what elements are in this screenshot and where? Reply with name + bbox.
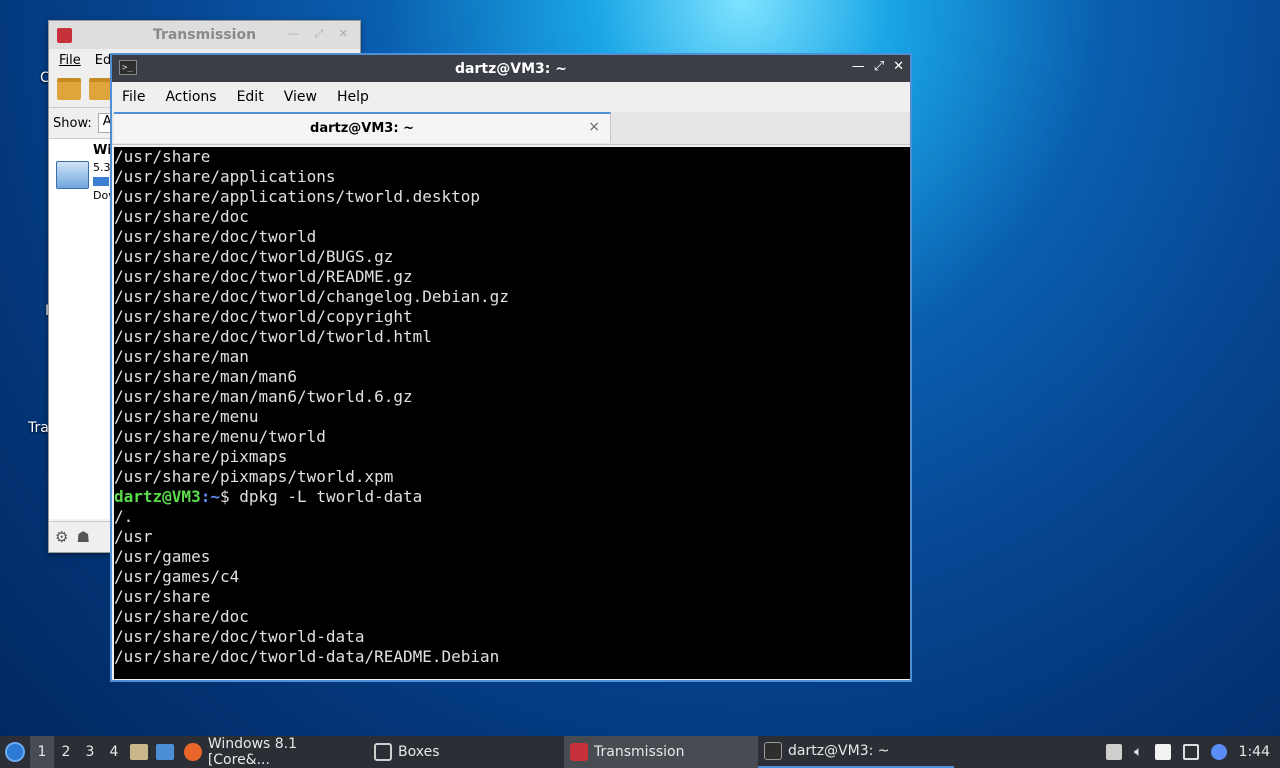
task-label: Boxes (398, 744, 440, 760)
update-notifier-icon[interactable] (1210, 744, 1227, 760)
output-line: /usr/share/menu (114, 407, 259, 426)
terminal-icon (764, 742, 782, 760)
turtle-icon[interactable]: ☗ (76, 528, 89, 546)
output-line: /usr/share/doc (114, 207, 249, 226)
output-line: /usr/share/doc/tworld (114, 227, 317, 246)
show-label: Show: (53, 115, 92, 131)
output-line: /usr/share/man (114, 347, 249, 366)
system-tray: 🔈︎ 1:44 (1106, 736, 1280, 768)
terminal-title: dartz@VM3: ~ (455, 60, 567, 77)
output-line: /usr/share/applications (114, 167, 336, 186)
output-line: /usr/share (114, 587, 211, 606)
taskbar: 1 2 3 4 Windows 8.1 [Core&... Boxes Tran… (0, 736, 1280, 768)
workspace-1[interactable]: 1 (30, 736, 54, 768)
prompt-command: dpkg -L tworld-data (239, 487, 423, 506)
output-line: /usr/games/c4 (114, 567, 240, 586)
start-menu-button[interactable] (0, 736, 30, 768)
open-folder-icon[interactable] (57, 78, 81, 100)
lxqt-logo-icon (5, 742, 25, 762)
output-line: /usr/share/pixmaps (114, 447, 288, 466)
close-icon[interactable]: ✕ (893, 59, 904, 74)
tab-title: dartz@VM3: ~ (310, 121, 414, 136)
menu-actions[interactable]: Actions (165, 89, 216, 105)
window-controls-icon[interactable]: — ⤢ ✕ (288, 27, 354, 41)
torrent-name: Wi (93, 143, 112, 158)
file-manager-icon[interactable] (130, 744, 148, 760)
task-label: Transmission (594, 744, 685, 760)
task-boxes[interactable]: Boxes (368, 736, 564, 768)
clipboard-icon[interactable] (1154, 744, 1171, 760)
prompt-sep: : (200, 487, 211, 506)
output-line: /usr/share/doc/tworld/changelog.Debian.g… (114, 287, 509, 306)
transmission-icon (57, 28, 72, 43)
minimize-icon[interactable]: — (852, 59, 865, 74)
prompt-line: dartz@VM3:~$ dpkg -L tworld-data (114, 487, 910, 507)
output-line: /usr/share/doc/tworld-data (114, 627, 365, 646)
terminal-icon: >_ (119, 60, 137, 75)
transmission-statusbar: ⚙ ☗ (49, 521, 115, 552)
menu-help[interactable]: Help (337, 89, 369, 105)
menu-file[interactable]: File (122, 89, 145, 105)
maximize-icon[interactable]: ⤢ (874, 59, 884, 74)
transmission-titlebar[interactable]: Transmission — ⤢ ✕ (49, 21, 360, 49)
torrent-list[interactable]: Wi 5.3 Dov (49, 139, 115, 519)
terminal-menubar: File Actions Edit View Help (112, 82, 910, 112)
terminal-titlebar[interactable]: >_ dartz@VM3: ~ — ⤢ ✕ (112, 55, 910, 82)
menu-view[interactable]: View (284, 89, 317, 105)
output-line: /usr/share/doc/tworld-data/README.Debian (114, 647, 500, 666)
prompt-path: ~ (210, 487, 220, 506)
clock[interactable]: 1:44 (1239, 744, 1270, 760)
workspace-2[interactable]: 2 (54, 744, 78, 760)
network-icon[interactable] (1182, 744, 1199, 760)
desktop-icon-label-3[interactable]: Tra (28, 420, 49, 436)
output-line: /usr/share (114, 147, 211, 166)
terminal-output[interactable]: /usr/share/usr/share/applications/usr/sh… (114, 147, 910, 679)
eject-icon[interactable] (1106, 744, 1123, 760)
output-line: /usr/share/applications/tworld.desktop (114, 187, 481, 206)
firefox-icon (184, 743, 202, 761)
task-label: dartz@VM3: ~ (788, 743, 890, 759)
output-line: /usr/share/doc (114, 607, 249, 626)
show-desktop-icon[interactable] (156, 744, 174, 760)
output-line: /usr/share/doc/tworld/BUGS.gz (114, 247, 394, 266)
tab-close-icon[interactable]: × (588, 119, 600, 135)
menu-file[interactable]: File (59, 53, 81, 68)
menu-edit[interactable]: Edit (237, 89, 264, 105)
boxes-icon (374, 743, 392, 761)
task-transmission[interactable]: Transmission (564, 736, 758, 768)
output-line: /usr/share/man/man6 (114, 367, 298, 386)
settings-gear-icon[interactable]: ⚙ (55, 528, 68, 546)
terminal-tab[interactable]: dartz@VM3: ~ × (114, 112, 611, 143)
torrent-progress-bar (93, 177, 109, 186)
output-line: /usr/share/doc/tworld/tworld.html (114, 327, 432, 346)
output-line: /usr (114, 527, 153, 546)
task-windows[interactable]: Windows 8.1 [Core&... (178, 736, 368, 768)
output-line: /usr/games (114, 547, 211, 566)
output-line: /usr/share/doc/tworld/copyright (114, 307, 413, 326)
task-terminal[interactable]: dartz@VM3: ~ (758, 736, 954, 768)
workspace-4[interactable]: 4 (102, 744, 126, 760)
prompt-user: dartz@VM3 (114, 487, 201, 506)
workspace-3[interactable]: 3 (78, 744, 102, 760)
terminal-tabbar: dartz@VM3: ~ × (112, 112, 910, 145)
output-line: /usr/share/man/man6/tworld.6.gz (114, 387, 413, 406)
volume-icon[interactable]: 🔈︎ (1134, 744, 1142, 760)
output-line: /usr/share/menu/tworld (114, 427, 326, 446)
output-line: /usr/share/pixmaps/tworld.xpm (114, 467, 394, 486)
terminal-window[interactable]: >_ dartz@VM3: ~ — ⤢ ✕ File Actions Edit … (110, 53, 912, 682)
torrent-folder-icon (56, 161, 89, 189)
torrent-size: 5.3 (93, 161, 111, 174)
output-line: /usr/share/doc/tworld/README.gz (114, 267, 413, 286)
output-line: /. (114, 507, 134, 526)
prompt-symbol: $ (219, 487, 240, 506)
transmission-icon (570, 743, 588, 761)
menu-edit[interactable]: Ed (95, 53, 111, 68)
task-label: Windows 8.1 [Core&... (207, 736, 298, 768)
